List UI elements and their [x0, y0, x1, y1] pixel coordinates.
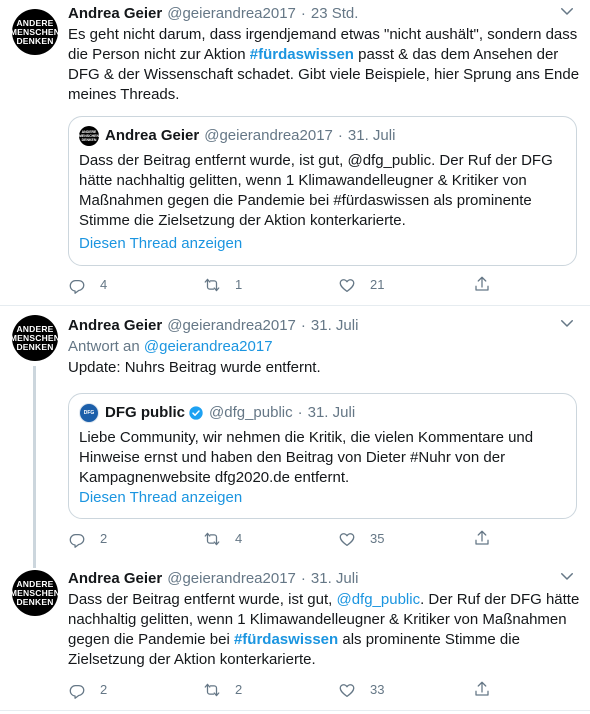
- timestamp[interactable]: 23 Std.: [311, 4, 359, 24]
- timestamp[interactable]: 31. Juli: [311, 316, 359, 336]
- author-handle[interactable]: @geierandrea2017: [167, 316, 296, 336]
- share-button[interactable]: [473, 680, 491, 698]
- author-handle[interactable]: @geierandrea2017: [167, 569, 296, 589]
- tweet-text: Es geht nicht darum, dass irgendjemand e…: [68, 26, 580, 103]
- share-icon: [475, 276, 489, 291]
- retweet-count: 2: [235, 682, 243, 697]
- retweet-icon: [204, 683, 220, 697]
- share-button[interactable]: [473, 529, 491, 547]
- tweet-1[interactable]: ANDERE MENSCHEN DENKEN Andrea Geier @gei…: [0, 0, 590, 305]
- hashtag-link[interactable]: #fürdaswissen: [250, 46, 354, 63]
- quoted-avatar: DFG: [79, 403, 99, 423]
- tweet-3[interactable]: ANDERE MENSCHEN DENKEN Andrea Geier @gei…: [0, 561, 590, 714]
- action-bar: 2 4 35: [68, 529, 498, 549]
- tweet-divider: [0, 710, 590, 711]
- avatar[interactable]: ANDERE MENSCHEN DENKEN: [10, 315, 60, 361]
- quoted-tweet[interactable]: ANDERE MENSCHEN DENKEN Andrea Geier @gei…: [68, 116, 577, 266]
- reply-icon: [69, 685, 85, 699]
- quoted-avatar: ANDERE MENSCHEN DENKEN: [79, 126, 99, 146]
- author-name[interactable]: Andrea Geier: [68, 569, 162, 589]
- thread-connector: [33, 366, 36, 568]
- reply-context: Antwort an @geierandrea2017: [68, 338, 273, 355]
- hashtag-link[interactable]: #fürdaswissen: [234, 631, 338, 648]
- chevron-down-icon[interactable]: [558, 314, 576, 332]
- reply-icon: [69, 534, 85, 548]
- reply-button[interactable]: 2: [68, 680, 107, 700]
- share-button[interactable]: [473, 275, 491, 293]
- retweet-count: 1: [235, 277, 243, 292]
- like-button[interactable]: 21: [338, 275, 384, 295]
- avatar[interactable]: ANDERE MENSCHEN DENKEN: [10, 9, 60, 55]
- like-count: 35: [370, 531, 385, 546]
- quoted-text: Liebe Community, wir nehmen die Kritik, …: [79, 429, 534, 486]
- quoted-author-handle: @dfg_public: [209, 404, 293, 421]
- retweet-button[interactable]: 4: [203, 529, 242, 549]
- like-button[interactable]: 33: [338, 680, 384, 700]
- like-button[interactable]: 35: [338, 529, 384, 549]
- quoted-timestamp: 31. Juli: [347, 127, 396, 144]
- quoted-timestamp: 31. Juli: [307, 404, 356, 421]
- like-count: 33: [370, 682, 385, 697]
- tweet-text: Update: Nuhrs Beitrag wurde entfernt.: [68, 359, 321, 376]
- tweet-header: Andrea Geier @geierandrea2017 · 31. Juli: [68, 569, 359, 589]
- retweet-button[interactable]: 2: [203, 680, 242, 700]
- action-bar: 4 1 21: [68, 275, 498, 295]
- separator-dot: ·: [300, 5, 306, 22]
- author-handle[interactable]: @geierandrea2017: [167, 4, 296, 24]
- tweet-header: Andrea Geier @geierandrea2017 · 23 Std.: [68, 4, 576, 24]
- retweet-button[interactable]: 1: [203, 275, 242, 295]
- reply-button[interactable]: 2: [68, 529, 107, 549]
- reply-count: 2: [100, 682, 108, 697]
- share-icon: [475, 681, 489, 696]
- reply-count: 4: [100, 277, 108, 292]
- quoted-tweet[interactable]: DFG DFG public @dfg_public · 31. Juli Li…: [68, 393, 577, 519]
- tweet-header: Andrea Geier @geierandrea2017 · 31. Juli: [68, 316, 359, 336]
- retweet-count: 4: [235, 531, 243, 546]
- quoted-author-name: Andrea Geier: [105, 127, 200, 144]
- reply-button[interactable]: 4: [68, 275, 107, 295]
- tweet-2[interactable]: ANDERE MENSCHEN DENKEN Andrea Geier @gei…: [0, 306, 590, 568]
- like-icon: [339, 684, 355, 698]
- like-count: 21: [370, 277, 385, 292]
- chevron-down-icon[interactable]: [558, 567, 576, 585]
- retweet-icon: [204, 278, 220, 292]
- author-name[interactable]: Andrea Geier: [68, 4, 162, 24]
- reply-icon: [69, 280, 85, 294]
- chevron-down-icon[interactable]: [558, 2, 576, 20]
- timestamp[interactable]: 31. Juli: [311, 569, 359, 589]
- retweet-icon: [204, 532, 220, 546]
- avatar[interactable]: ANDERE MENSCHEN DENKEN: [10, 570, 60, 616]
- show-thread-link[interactable]: Diesen Thread anzeigen: [79, 488, 242, 508]
- reply-to-handle[interactable]: @geierandrea2017: [144, 338, 273, 355]
- tweet-text: Dass der Beitrag entfernt wurde, ist gut…: [68, 591, 580, 668]
- like-icon: [339, 279, 355, 293]
- reply-count: 2: [100, 531, 108, 546]
- verified-badge-icon: [189, 406, 203, 420]
- show-thread-link[interactable]: Diesen Thread anzeigen: [79, 234, 242, 254]
- quoted-author-handle: @geierandrea2017: [204, 127, 333, 144]
- mention-link[interactable]: @dfg_public: [336, 591, 420, 608]
- action-bar: 2 2 33: [68, 680, 498, 700]
- share-icon: [475, 530, 489, 545]
- quoted-text: Dass der Beitrag entfernt wurde, ist gut…: [79, 152, 553, 229]
- quoted-author-name: DFG public: [105, 404, 185, 421]
- author-name[interactable]: Andrea Geier: [68, 316, 162, 336]
- like-icon: [339, 533, 355, 547]
